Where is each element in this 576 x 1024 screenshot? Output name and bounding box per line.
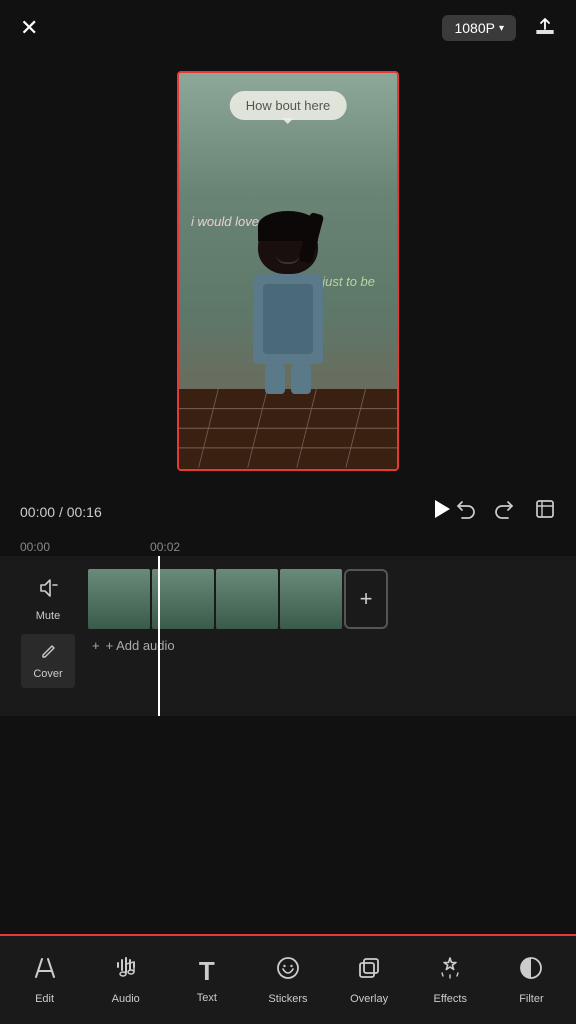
play-button[interactable] — [428, 496, 454, 528]
character-figure — [238, 219, 338, 389]
spacer — [0, 716, 576, 746]
header-right-controls: 1080P ▾ — [442, 14, 556, 42]
mute-icon — [36, 576, 60, 606]
add-audio-icon: + — [92, 638, 100, 653]
effects-label: Effects — [434, 993, 467, 1005]
cover-tool[interactable]: Cover — [21, 634, 75, 688]
character-leg-right — [291, 364, 311, 394]
timeline-left-tools: Mute Cover — [0, 568, 80, 696]
toolbar-item-audio[interactable]: Audio — [85, 945, 166, 1015]
overlay-label: Overlay — [350, 993, 388, 1005]
current-time: 00:00 — [20, 504, 55, 520]
bottom-toolbar: Edit Audio T Text Stickers — [0, 934, 576, 1024]
video-ground — [179, 389, 397, 469]
redo-icon[interactable] — [494, 498, 516, 526]
character-body — [253, 274, 323, 364]
strip-frame-1 — [88, 569, 150, 629]
add-audio-label: + Add audio — [106, 638, 175, 653]
resolution-button[interactable]: 1080P ▾ — [442, 15, 516, 41]
cover-edit-icon — [39, 643, 57, 666]
add-clip-button[interactable]: + — [344, 569, 388, 629]
toolbar-item-text[interactable]: T Text — [166, 946, 247, 1014]
toolbar-item-effects[interactable]: Effects — [410, 945, 491, 1015]
toolbar-item-stickers[interactable]: Stickers — [247, 945, 328, 1015]
strip-frame-4 — [280, 569, 342, 629]
time-separator: / — [59, 504, 63, 520]
strip-frame-inner-4 — [280, 569, 342, 629]
mute-label: Mute — [36, 610, 60, 622]
video-preview-frame: How bout here i would love ♥ just to be — [177, 71, 399, 471]
character-face — [276, 254, 300, 264]
character-head — [258, 219, 318, 274]
video-strip[interactable]: + — [88, 568, 568, 630]
resolution-label: 1080P — [454, 20, 494, 36]
character-overalls — [263, 284, 313, 354]
time-marker-0: 00:00 — [20, 540, 50, 554]
audio-icon — [113, 955, 139, 988]
header: ✕ 1080P ▾ — [0, 0, 576, 56]
character-leg-left — [265, 364, 285, 394]
audio-label: Audio — [112, 993, 140, 1005]
effects-icon — [437, 955, 463, 988]
overlay-icon — [356, 955, 382, 988]
ground-lines — [179, 389, 397, 468]
playhead — [158, 556, 160, 716]
speech-bubble: How bout here — [230, 91, 347, 120]
text-icon: T — [199, 956, 215, 987]
strip-frame-inner-2 — [152, 569, 214, 629]
timeline-area: Mute Cover + — [0, 556, 576, 716]
strip-frame-2 — [152, 569, 214, 629]
undo-icon[interactable] — [454, 498, 476, 526]
filter-icon — [518, 955, 544, 988]
toolbar-item-edit[interactable]: Edit — [4, 945, 85, 1015]
filter-label: Filter — [519, 993, 543, 1005]
strip-frame-inner-3 — [216, 569, 278, 629]
close-button[interactable]: ✕ — [20, 15, 38, 41]
timeline-header: 00:00 00:02 — [0, 538, 576, 556]
toolbar-item-overlay[interactable]: Overlay — [329, 945, 410, 1015]
video-preview-area: How bout here i would love ♥ just to be — [0, 56, 576, 486]
toolbar-item-filter[interactable]: Filter — [491, 945, 572, 1015]
total-time: 00:16 — [67, 504, 102, 520]
mute-tool[interactable]: Mute — [36, 576, 60, 622]
add-audio-button[interactable]: + + Add audio — [88, 638, 568, 653]
playback-right-icons — [454, 498, 556, 526]
text-label: Text — [197, 992, 217, 1004]
strip-frame-3 — [216, 569, 278, 629]
chevron-down-icon: ▾ — [499, 23, 504, 34]
edit-icon — [32, 955, 58, 988]
playback-bar: 00:00 / 00:16 — [0, 486, 576, 538]
timeline-right: + + + Add audio — [80, 568, 576, 653]
time-marker-1: 00:02 — [150, 540, 180, 554]
stickers-label: Stickers — [268, 993, 307, 1005]
cover-label: Cover — [33, 668, 62, 680]
stickers-icon — [275, 955, 301, 988]
edit-label: Edit — [35, 993, 54, 1005]
fullscreen-icon[interactable] — [534, 498, 556, 526]
strip-frame-inner-1 — [88, 569, 150, 629]
upload-icon[interactable] — [534, 14, 556, 42]
time-display: 00:00 / 00:16 — [20, 504, 428, 520]
